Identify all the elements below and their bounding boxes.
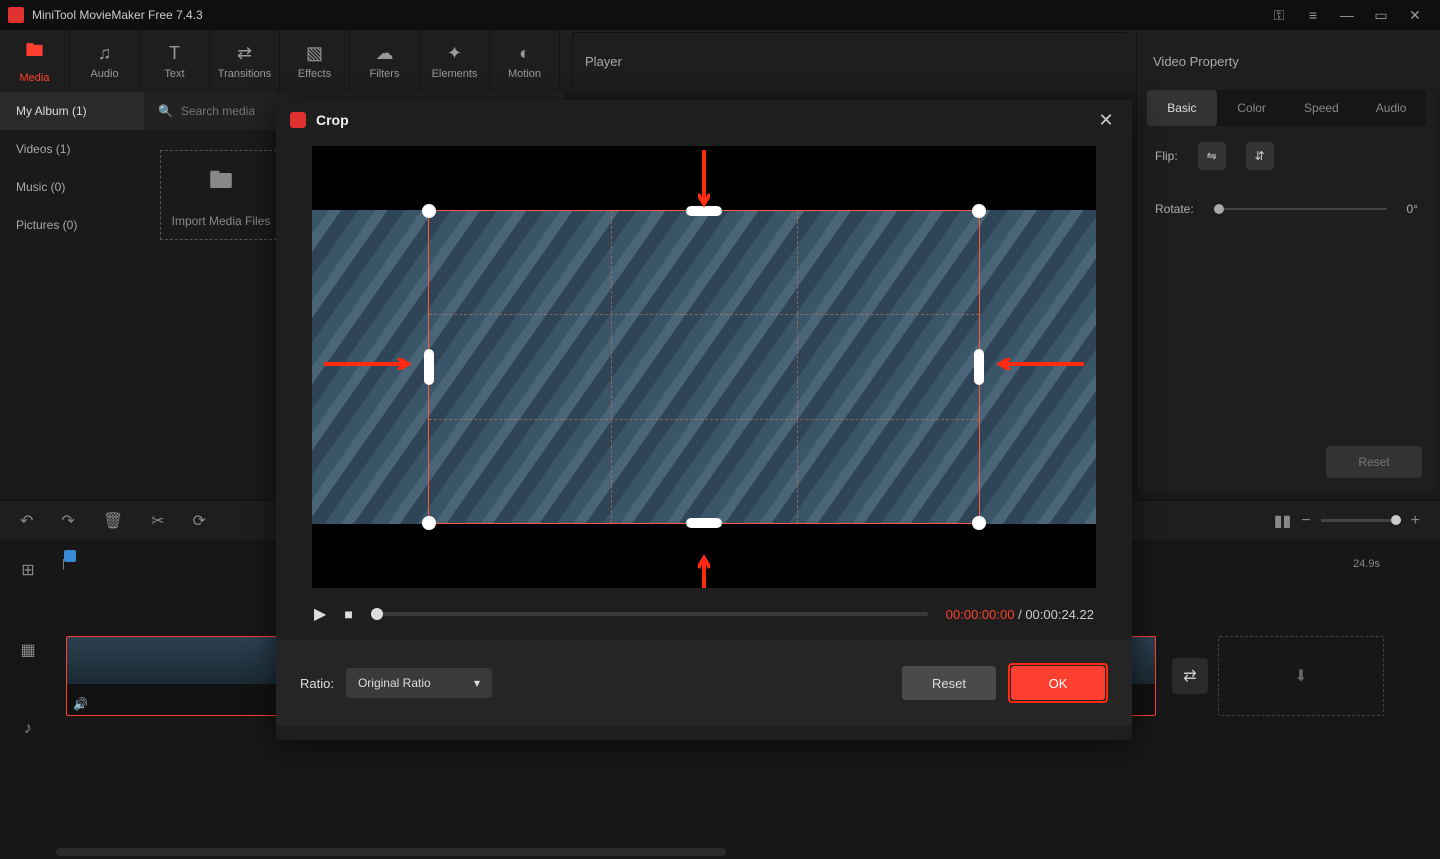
crop-dialog: Crop ✕ ▶ ■ bbox=[276, 100, 1132, 740]
chevron-down-icon: ▾ bbox=[474, 676, 480, 690]
dialog-title: Crop bbox=[316, 112, 1094, 128]
crop-handle-bottom-right[interactable] bbox=[972, 516, 986, 530]
timecode-current: 00:00:00:00 bbox=[946, 607, 1015, 622]
crop-handle-left[interactable] bbox=[424, 349, 434, 385]
play-button[interactable]: ▶ bbox=[314, 604, 326, 624]
crop-ok-button[interactable]: OK bbox=[1011, 666, 1105, 700]
dialog-logo bbox=[290, 112, 306, 128]
arrow-up-icon bbox=[698, 552, 710, 588]
crop-rect[interactable] bbox=[428, 210, 980, 524]
seek-slider[interactable] bbox=[371, 612, 928, 616]
crop-handle-top-right[interactable] bbox=[972, 204, 986, 218]
ok-button-highlight: OK bbox=[1008, 663, 1108, 703]
crop-preview bbox=[312, 146, 1096, 588]
crop-handle-bottom[interactable] bbox=[686, 518, 722, 528]
crop-reset-button[interactable]: Reset bbox=[902, 666, 996, 700]
crop-handle-right[interactable] bbox=[974, 349, 984, 385]
arrow-left-icon bbox=[994, 358, 1084, 370]
crop-playback-controls: ▶ ■ 00:00:00:00 / 00:00:24.22 bbox=[276, 588, 1132, 640]
crop-handle-top-left[interactable] bbox=[422, 204, 436, 218]
arrow-down-icon bbox=[698, 150, 710, 210]
ratio-select[interactable]: Original Ratio ▾ bbox=[346, 668, 492, 698]
arrow-right-icon bbox=[324, 358, 414, 370]
seek-thumb[interactable] bbox=[371, 608, 383, 620]
timecode-duration: 00:00:24.22 bbox=[1025, 607, 1094, 622]
dialog-close-button[interactable]: ✕ bbox=[1094, 108, 1118, 132]
timecode: 00:00:00:00 / 00:00:24.22 bbox=[946, 607, 1094, 622]
crop-handle-bottom-left[interactable] bbox=[422, 516, 436, 530]
modal-overlay: Crop ✕ ▶ ■ bbox=[0, 0, 1440, 859]
stop-button[interactable]: ■ bbox=[344, 606, 352, 622]
ratio-label: Ratio: bbox=[300, 676, 334, 691]
ratio-value: Original Ratio bbox=[358, 676, 431, 690]
crop-header: Crop ✕ bbox=[276, 100, 1132, 140]
crop-footer: Ratio: Original Ratio ▾ Reset OK bbox=[276, 640, 1132, 726]
